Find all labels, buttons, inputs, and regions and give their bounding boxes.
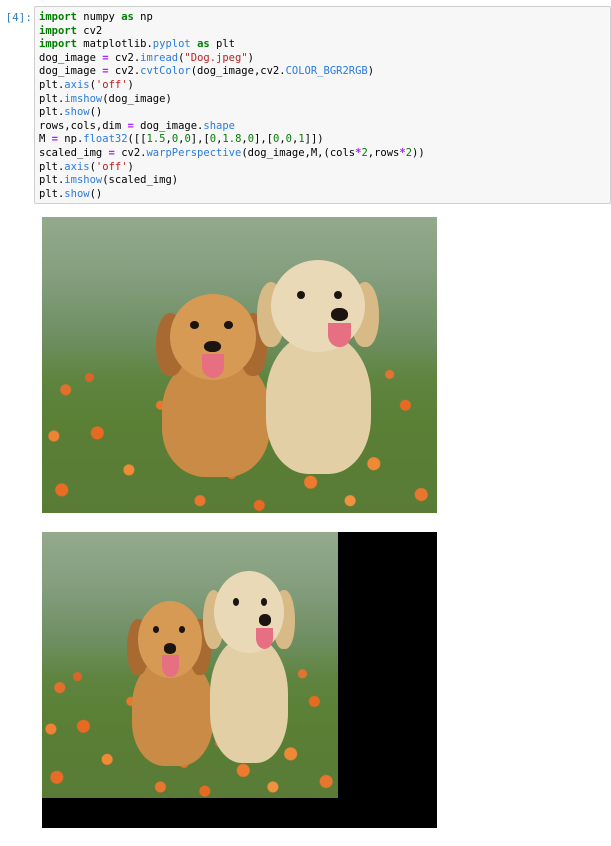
code-line: import matplotlib.pyplot as plt <box>39 38 236 51</box>
output-image-scaled <box>42 532 437 828</box>
code-line: plt.show() <box>39 106 103 119</box>
code-cell[interactable]: import numpy as np import cv2 import mat… <box>34 6 611 204</box>
code-line: plt.imshow(dog_image) <box>39 92 172 105</box>
code-line: import cv2 <box>39 24 103 37</box>
code-line: plt.imshow(scaled_img) <box>39 174 179 187</box>
code-line: plt.show() <box>39 187 103 200</box>
dog-photo <box>42 217 437 513</box>
code-line: dog_image = cv2.cvtColor(dog_image,cv2.C… <box>39 65 375 78</box>
output-image-original <box>42 217 437 513</box>
puppy-right <box>251 255 393 475</box>
code-line: import numpy as np <box>39 11 153 23</box>
code-editor[interactable]: import numpy as np import cv2 import mat… <box>39 11 425 201</box>
code-line: M = np.float32([[1.5,0,0],[0,1.8,0],[0,0… <box>39 133 324 146</box>
code-line: dog_image = cv2.imread("Dog.jpeg") <box>39 51 254 64</box>
code-line: scaled_img = cv2.warpPerspective(dog_ima… <box>39 146 425 159</box>
code-line: plt.axis('off') <box>39 160 134 173</box>
scaled-dog-photo <box>42 532 338 798</box>
code-line: rows,cols,dim = dog_image.shape <box>39 119 235 132</box>
cell-prompt: [4]: <box>5 11 33 24</box>
code-line: plt.axis('off') <box>39 78 134 91</box>
puppy-right <box>199 567 306 764</box>
